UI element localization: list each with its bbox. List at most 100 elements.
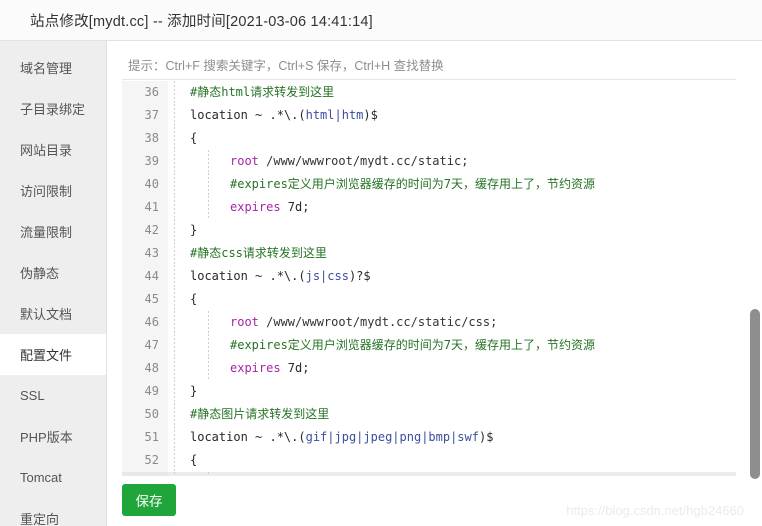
indent-guide [168,472,209,476]
code-text: { [182,449,736,472]
code-line[interactable]: 49} [122,380,736,403]
indent-guide [168,242,182,265]
code-token-plain: )$ [478,430,494,444]
sidebar-item-6[interactable]: 默认文档 [0,293,106,334]
code-text: root /www/wwwroot/mydt.cc/static; [182,150,736,173]
line-number: 44 [122,265,168,288]
sidebar-item-label: 子目录绑定 [20,102,86,117]
indent-guide [168,150,209,173]
sidebar-item-8[interactable]: SSL [0,375,106,416]
code-line[interactable]: 50 #静态图片请求转发到这里 [122,403,736,426]
code-text: #expires定义用户浏览器缓存的时间为7天，缓存用上了，节约资源 [182,173,736,196]
sidebar-item-label: 伪静态 [20,266,60,281]
code-line[interactable]: 39 root /www/wwwroot/mydt.cc/static; [122,150,736,173]
sidebar-item-11[interactable]: 重定向 [0,498,106,526]
line-number: 49 [122,380,168,403]
dialog-titlebar: 站点修改[mydt.cc] -- 添加时间[2021-03-06 14:41:1… [0,0,762,41]
vertical-scrollbar-thumb[interactable] [750,309,760,479]
indent-guide [168,265,182,288]
code-text: location ~ .*\.(js|css)?$ [182,265,736,288]
code-line[interactable]: 52 { [122,449,736,472]
code-text: #expires定义用户浏览器缓存的时间为7天，缓存用上了，节约资源 [182,334,736,357]
sidebar-item-0[interactable]: 域名管理 [0,47,106,88]
sidebar-item-3[interactable]: 访问限制 [0,170,106,211]
config-code-editor[interactable]: 36 #静态html请求转发到这里 37 location ~ .*\.(html|h… [122,81,736,476]
line-number: 43 [122,242,168,265]
sidebar: 域名管理子目录绑定网站目录访问限制流量限制伪静态默认文档配置文件 SSL PHP版本… [0,41,107,526]
line-number: 50 [122,403,168,426]
code-token-plain: location ~ .*\.( [190,430,306,444]
code-line[interactable]: 53 root /www/wwwroot/mydt.cc/static/img; [122,472,736,476]
page-title: 站点修改[mydt.cc] -- 添加时间[2021-03-06 14:41:1… [30,13,373,30]
code-text: location ~ .*\.(html|htm)$ [182,104,736,127]
sidebar-item-label: 流量限制 [20,225,73,240]
code-token-plain: 7d; [280,200,310,214]
code-text: expires 7d; [182,357,736,380]
code-text: location ~ .*\.(gif|jpg|jpeg|png|bmp|swf… [182,426,736,449]
code-token-comment: #expires定义用户浏览器缓存的时间为7天，缓存用上了，节约资源 [230,338,596,352]
code-text: root /www/wwwroot/mydt.cc/static/css; [182,311,736,334]
code-token-kw: expires [230,200,281,214]
line-number: 47 [122,334,168,357]
sidebar-item-label: SSL [20,388,45,403]
sidebar-item-label: PHP版本 [20,430,73,445]
sidebar-item-9[interactable]: PHP版本 [0,416,106,457]
code-token-comment: #静态css请求转发到这里 [190,246,327,260]
indent-guide [168,104,182,127]
code-text: #静态css请求转发到这里 [182,242,736,265]
indent-guide [168,334,209,357]
code-line[interactable]: 44 location ~ .*\.(js|css)?$ [122,265,736,288]
sidebar-item-label: Tomcat [20,470,62,485]
line-number: 41 [122,196,168,219]
sidebar-item-7[interactable]: 配置文件 [0,334,106,375]
code-token-ext: gif|jpg|jpeg|png|bmp|swf [305,430,479,444]
code-token-plain: } [190,384,198,398]
code-token-plain: 7d; [280,361,310,375]
line-number: 48 [122,357,168,380]
line-number: 51 [122,426,168,449]
code-line[interactable]: 38 { [122,127,736,150]
code-text: root /www/wwwroot/mydt.cc/static/img; [182,472,736,476]
sidebar-item-label: 默认文档 [20,307,73,322]
code-line[interactable]: 42} [122,219,736,242]
code-token-ext: js|css [305,269,349,283]
code-line[interactable]: 47 #expires定义用户浏览器缓存的时间为7天，缓存用上了，节约资源 [122,334,736,357]
sidebar-item-5[interactable]: 伪静态 [0,252,106,293]
hint-divider [122,79,736,80]
code-line[interactable]: 51 location ~ .*\.(gif|jpg|jpeg|png|bmp|s… [122,426,736,449]
line-number: 40 [122,173,168,196]
code-line[interactable]: 45 { [122,288,736,311]
code-line[interactable]: 43 #静态css请求转发到这里 [122,242,736,265]
indent-guide [168,81,182,104]
code-token-plain: )?$ [348,269,371,283]
sidebar-item-10[interactable]: Tomcat [0,457,106,498]
indent-guide [168,449,182,472]
indent-guide [168,357,209,380]
code-token-plain: { [190,131,198,145]
code-line[interactable]: 41 expires 7d; [122,196,736,219]
code-token-comment: #expires定义用户浏览器缓存的时间为7天，缓存用上了，节约资源 [230,177,596,191]
code-line[interactable]: 36 #静态html请求转发到这里 [122,81,736,104]
code-token-kw: root [230,154,259,168]
sidebar-item-label: 网站目录 [20,143,73,158]
sidebar-item-4[interactable]: 流量限制 [0,211,106,252]
code-token-comment: #静态图片请求转发到这里 [190,407,330,421]
code-token-plain: { [190,453,198,467]
code-line[interactable]: 46 root /www/wwwroot/mydt.cc/static/css; [122,311,736,334]
indent-guide [168,403,182,426]
code-line[interactable]: 48 expires 7d; [122,357,736,380]
code-text: } [182,219,736,242]
vertical-scrollbar-track[interactable] [747,41,762,526]
code-line[interactable]: 40 #expires定义用户浏览器缓存的时间为7天，缓存用上了，节约资源 [122,173,736,196]
line-number: 42 [122,219,168,242]
sidebar-item-label: 访问限制 [20,184,73,199]
sidebar-item-2[interactable]: 网站目录 [0,129,106,170]
code-token-plain: } [190,223,198,237]
code-text: { [182,127,736,150]
indent-guide [168,426,182,449]
save-button[interactable]: 保存 [122,484,176,516]
code-line[interactable]: 37 location ~ .*\.(html|htm)$ [122,104,736,127]
indent-guide [168,196,209,219]
sidebar-item-1[interactable]: 子目录绑定 [0,88,106,129]
editor-hint: 提示：Ctrl+F 搜索关键字，Ctrl+S 保存，Ctrl+H 查找替换 [128,59,444,73]
